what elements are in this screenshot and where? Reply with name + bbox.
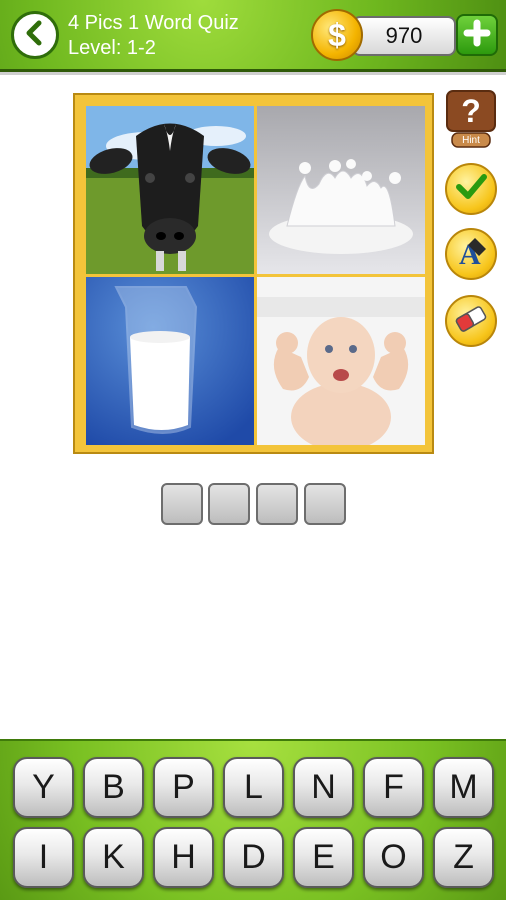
reveal-letter-button[interactable]: A <box>445 228 497 280</box>
checkmark-icon <box>454 170 488 209</box>
letter-key[interactable]: P <box>153 757 214 818</box>
eraser-icon <box>453 301 489 342</box>
answer-slot[interactable] <box>256 483 298 525</box>
chevron-left-icon <box>21 19 49 52</box>
letter-key[interactable]: H <box>153 827 214 888</box>
level-indicator: Level: 1-2 <box>68 37 156 59</box>
picture-grid <box>73 93 434 454</box>
add-coins-button[interactable] <box>456 14 498 56</box>
picture-glass-of-milk[interactable] <box>86 277 254 445</box>
back-button[interactable] <box>11 11 59 59</box>
letter-key[interactable]: Y <box>13 757 74 818</box>
hint-button[interactable]: ? Hint <box>444 89 498 151</box>
plus-icon <box>463 19 491 52</box>
picture-baby[interactable] <box>257 277 425 445</box>
erase-letters-button[interactable] <box>445 295 497 347</box>
letter-key[interactable]: O <box>363 827 424 888</box>
letter-key[interactable]: F <box>363 757 424 818</box>
answer-slot[interactable] <box>161 483 203 525</box>
letter-key[interactable]: Z <box>433 827 494 888</box>
letter-key[interactable]: L <box>223 757 284 818</box>
letter-key[interactable]: D <box>223 827 284 888</box>
letter-key[interactable]: I <box>13 827 74 888</box>
top-bar: 4 Pics 1 Word Quiz Level: 1-2 970 $ <box>0 0 506 75</box>
answer-slot[interactable] <box>208 483 250 525</box>
question-mark-icon: ? <box>461 92 481 129</box>
letter-reveal-icon: A <box>453 234 489 275</box>
coin-balance: 970 <box>352 16 456 56</box>
game-title: 4 Pics 1 Word Quiz <box>68 12 239 34</box>
check-answer-button[interactable] <box>445 163 497 215</box>
letter-key[interactable]: K <box>83 827 144 888</box>
picture-cow[interactable] <box>86 106 254 274</box>
answer-slot[interactable] <box>304 483 346 525</box>
coin-icon: $ <box>311 9 363 61</box>
coin-count: 970 <box>385 23 423 48</box>
letter-key[interactable]: B <box>83 757 144 818</box>
picture-milk-splash[interactable] <box>257 106 425 274</box>
hint-label: Hint <box>462 135 480 146</box>
letter-key[interactable]: M <box>433 757 494 818</box>
letter-key[interactable]: E <box>293 827 354 888</box>
letter-key[interactable]: N <box>293 757 354 818</box>
letter-keyboard: Y B P L N F M I K H D E O Z <box>0 739 506 900</box>
